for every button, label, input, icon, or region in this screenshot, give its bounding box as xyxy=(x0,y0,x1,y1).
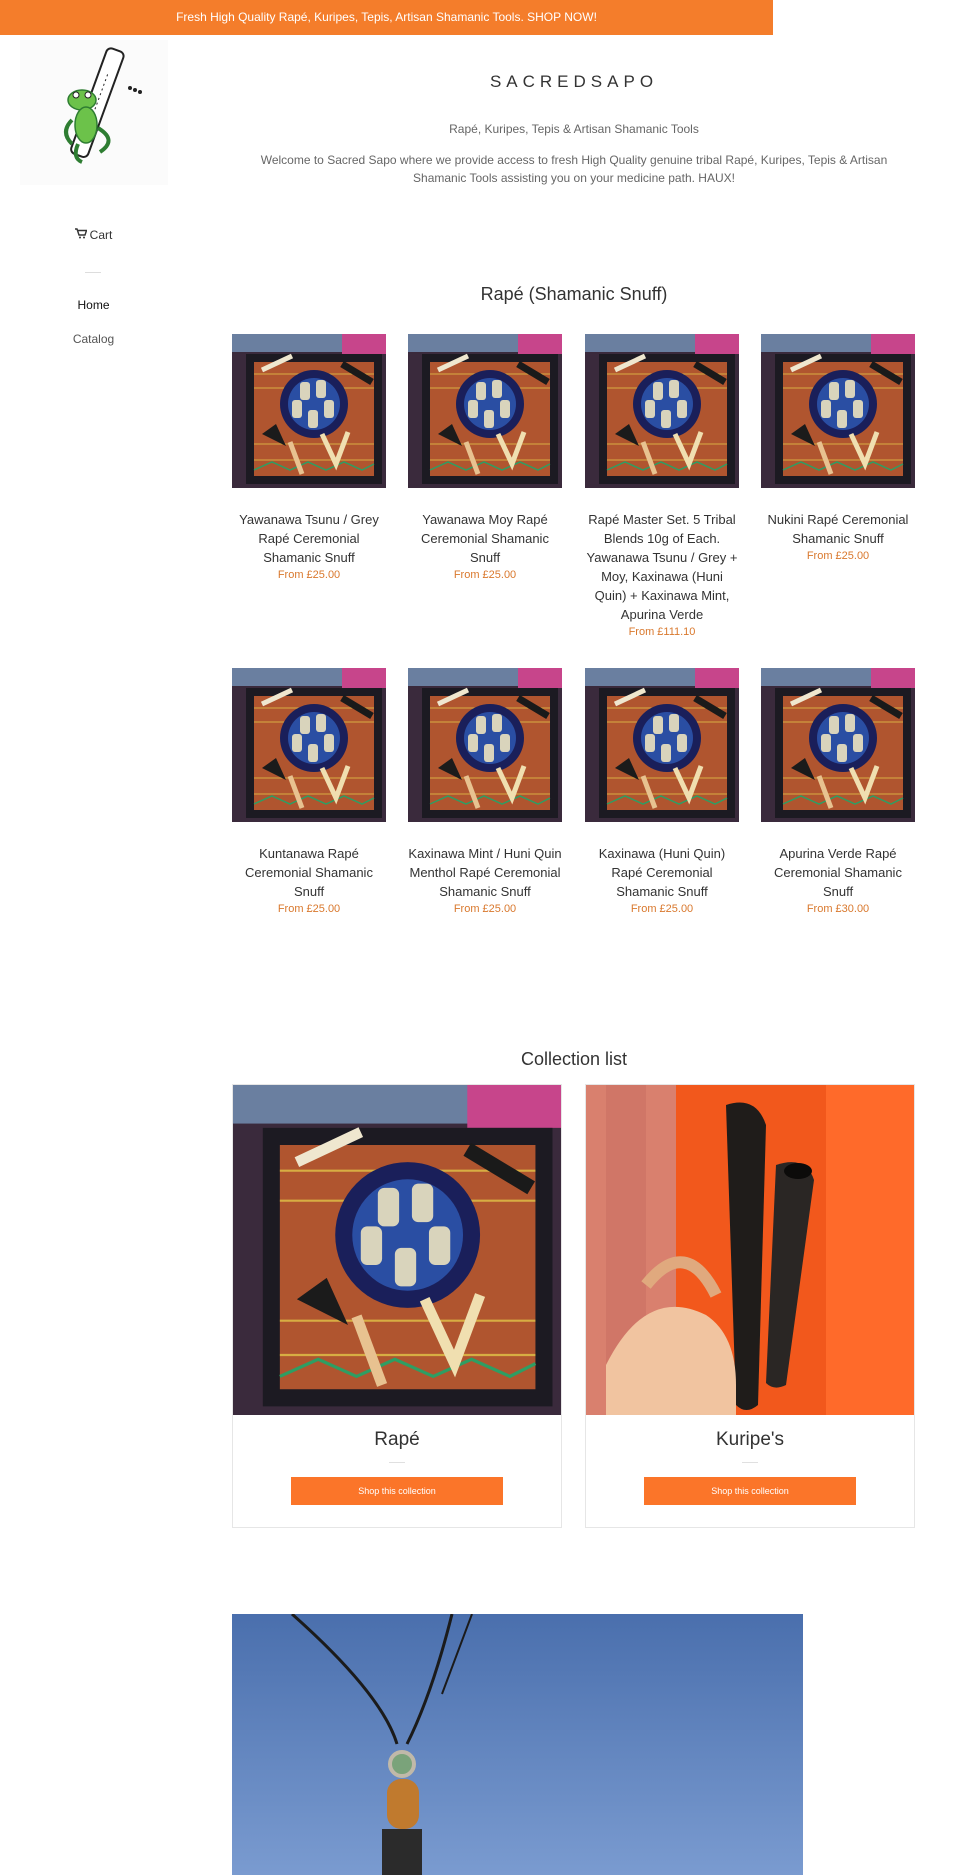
nav-item-home[interactable]: Home xyxy=(0,298,187,312)
shop-collection-button[interactable]: Shop this collection xyxy=(291,1477,503,1505)
product-image[interactable] xyxy=(585,334,739,488)
cart-label: Cart xyxy=(89,228,113,242)
featured-collection-title[interactable]: Rapé (Shamanic Snuff) xyxy=(232,284,916,305)
product-price: From £25.00 xyxy=(630,903,694,915)
product-price: From £25.00 xyxy=(806,550,870,562)
shop-collection-button[interactable]: Shop this collection xyxy=(644,1477,856,1505)
product-title[interactable]: Yawanawa Tsunu / Grey Rapé Ceremonial Sh… xyxy=(232,510,386,567)
site-logo[interactable] xyxy=(20,40,168,185)
product-image[interactable] xyxy=(408,334,562,488)
product-title[interactable]: Kaxinawa (Huni Quin) Rapé Ceremonial Sha… xyxy=(585,844,739,901)
collection-divider xyxy=(742,1462,758,1463)
product-card[interactable]: Kaxinawa (Huni Quin) Rapé Ceremonial Sha… xyxy=(585,668,739,915)
featured-image[interactable] xyxy=(232,1614,803,1875)
collection-list-title: Collection list xyxy=(520,1049,628,1069)
collection-image[interactable] xyxy=(586,1085,914,1415)
product-image[interactable] xyxy=(232,668,386,822)
product-title[interactable]: Kaxinawa Mint / Huni Quin Menthol Rapé C… xyxy=(408,844,562,901)
product-image[interactable] xyxy=(408,668,562,822)
product-card[interactable]: Rapé Master Set. 5 Tribal Blends 10g of … xyxy=(585,334,739,638)
product-title[interactable]: Nukini Rapé Ceremonial Shamanic Snuff xyxy=(761,510,915,548)
collection-card-kuripes[interactable]: Kuripe's Shop this collection xyxy=(585,1084,915,1528)
product-card[interactable]: Nukini Rapé Ceremonial Shamanic Snuff Fr… xyxy=(761,334,915,562)
cart-icon xyxy=(74,228,88,242)
product-image[interactable] xyxy=(585,668,739,822)
collection-card-rape[interactable]: Rapé Shop this collection xyxy=(232,1084,562,1528)
product-card[interactable]: Apurina Verde Rapé Ceremonial Shamanic S… xyxy=(761,668,915,915)
cart-link[interactable]: Cart xyxy=(0,228,187,242)
sidebar-divider xyxy=(85,272,101,273)
product-title[interactable]: Rapé Master Set. 5 Tribal Blends 10g of … xyxy=(585,510,739,624)
welcome-text: Welcome to Sacred Sapo where we provide … xyxy=(260,153,888,185)
product-image[interactable] xyxy=(761,334,915,488)
collection-title[interactable]: Rapé xyxy=(233,1429,561,1451)
product-image[interactable] xyxy=(232,334,386,488)
announcement-bar[interactable]: Fresh High Quality Rapé, Kuripes, Tepis,… xyxy=(0,0,773,35)
product-title[interactable]: Kuntanawa Rapé Ceremonial Shamanic Snuff xyxy=(232,844,386,901)
product-price: From £25.00 xyxy=(277,569,341,581)
product-price: From £25.00 xyxy=(453,569,517,581)
product-price: From £111.10 xyxy=(628,626,696,638)
product-price: From £30.00 xyxy=(806,903,870,915)
product-card[interactable]: Kaxinawa Mint / Huni Quin Menthol Rapé C… xyxy=(408,668,562,915)
product-title[interactable]: Apurina Verde Rapé Ceremonial Shamanic S… xyxy=(761,844,915,901)
collection-divider xyxy=(389,1462,405,1463)
site-tagline: Rapé, Kuripes, Tepis & Artisan Shamanic … xyxy=(449,122,699,136)
product-title[interactable]: Yawanawa Moy Rapé Ceremonial Shamanic Sn… xyxy=(408,510,562,567)
site-title[interactable]: SACREDSAPO xyxy=(232,72,916,92)
product-card[interactable]: Yawanawa Moy Rapé Ceremonial Shamanic Sn… xyxy=(408,334,562,581)
product-card[interactable]: Kuntanawa Rapé Ceremonial Shamanic Snuff… xyxy=(232,668,386,915)
product-price: From £25.00 xyxy=(453,903,517,915)
collection-image[interactable] xyxy=(233,1085,561,1415)
nav-item-catalog[interactable]: Catalog xyxy=(0,332,187,346)
product-image[interactable] xyxy=(761,668,915,822)
collection-title[interactable]: Kuripe's xyxy=(586,1429,914,1451)
product-price: From £25.00 xyxy=(277,903,341,915)
product-card[interactable]: Yawanawa Tsunu / Grey Rapé Ceremonial Sh… xyxy=(232,334,386,581)
